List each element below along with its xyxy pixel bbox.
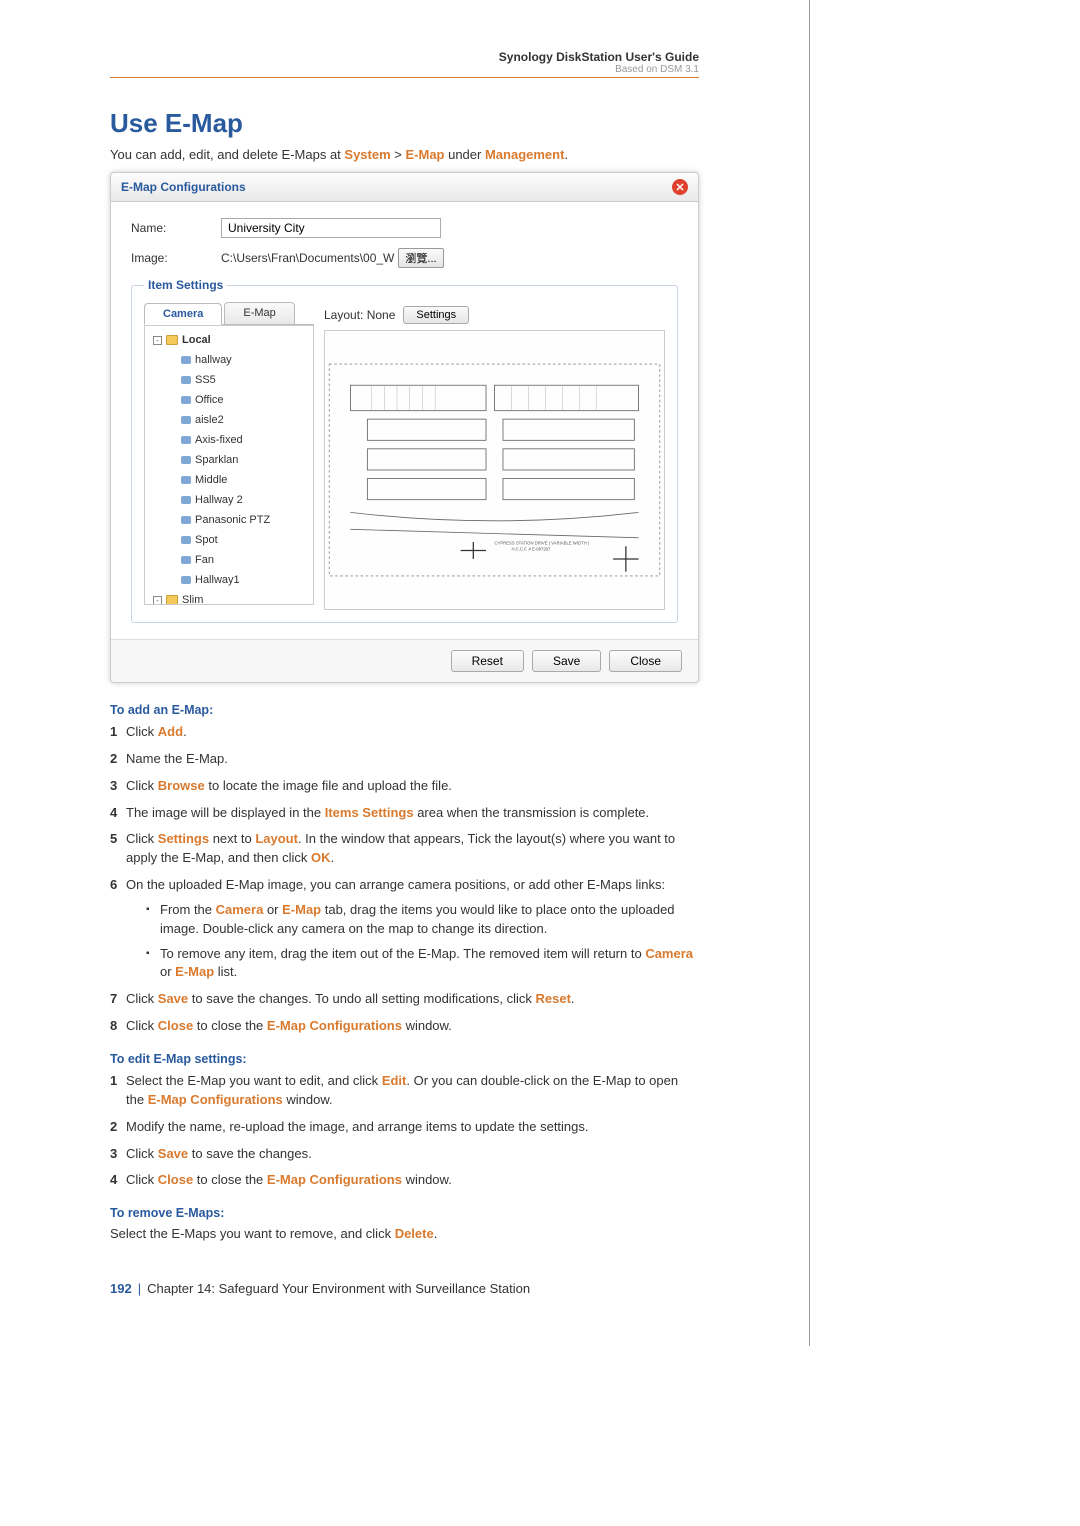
tree-item[interactable]: SS5 bbox=[151, 370, 307, 390]
tree-item[interactable]: Spot bbox=[151, 530, 307, 550]
tree-folder-slim[interactable]: - Slim bbox=[151, 590, 307, 604]
tree-item[interactable]: Fan bbox=[151, 550, 307, 570]
camera-icon bbox=[181, 416, 191, 424]
svg-text:H.C.C.F. # E-087297: H.C.C.F. # E-087297 bbox=[511, 547, 551, 552]
emap-config-dialog: E-Map Configurations ✕ Name: Image: C:\U… bbox=[110, 172, 699, 683]
camera-icon bbox=[181, 576, 191, 584]
reset-button[interactable]: Reset bbox=[451, 650, 524, 672]
doc-title: Synology DiskStation User's Guide bbox=[110, 50, 699, 64]
edit-steps: 1Select the E-Map you want to edit, and … bbox=[110, 1072, 699, 1190]
camera-icon bbox=[181, 456, 191, 464]
tree-folder-local[interactable]: - Local bbox=[151, 330, 307, 350]
header-rule bbox=[110, 77, 699, 78]
camera-icon bbox=[181, 436, 191, 444]
folder-icon bbox=[166, 595, 178, 604]
map-preview[interactable]: CYPRESS STATION DRIVE ( VARIABLE WIDTH )… bbox=[324, 330, 665, 610]
camera-icon bbox=[181, 556, 191, 564]
item-settings-fieldset: Item Settings Camera E-Map - bbox=[131, 278, 678, 623]
page-number: 192 bbox=[110, 1281, 132, 1296]
close-icon[interactable]: ✕ bbox=[672, 179, 688, 195]
dialog-title: E-Map Configurations bbox=[121, 180, 246, 194]
add-heading: To add an E-Map: bbox=[110, 703, 699, 717]
dialog-header: E-Map Configurations ✕ bbox=[111, 173, 698, 202]
tree-item[interactable]: hallway bbox=[151, 350, 307, 370]
tab-camera[interactable]: Camera bbox=[144, 303, 222, 325]
layout-label: Layout: None bbox=[324, 308, 395, 322]
camera-icon bbox=[181, 376, 191, 384]
remove-text: Select the E-Maps you want to remove, an… bbox=[110, 1226, 699, 1241]
tree-item[interactable]: Middle bbox=[151, 470, 307, 490]
item-tabs: Camera E-Map bbox=[144, 302, 314, 325]
camera-icon bbox=[181, 536, 191, 544]
add-steps: 1Click Add. 2Name the E-Map. 3Click Brow… bbox=[110, 723, 699, 1036]
layout-settings-button[interactable]: Settings bbox=[403, 306, 469, 324]
doc-subtitle: Based on DSM 3.1 bbox=[110, 64, 699, 75]
save-button[interactable]: Save bbox=[532, 650, 601, 672]
page-header: Synology DiskStation User's Guide Based … bbox=[110, 50, 699, 78]
camera-icon bbox=[181, 476, 191, 484]
tree-item[interactable]: aisle2 bbox=[151, 410, 307, 430]
name-label: Name: bbox=[131, 221, 221, 235]
tree-item[interactable]: Office bbox=[151, 390, 307, 410]
folder-icon bbox=[166, 335, 178, 345]
image-path: C:\Users\Fran\Documents\00_W bbox=[221, 251, 394, 265]
section-title: Use E-Map bbox=[110, 108, 699, 139]
svg-text:CYPRESS STATION DRIVE ( VARIAB: CYPRESS STATION DRIVE ( VARIABLE WIDTH ) bbox=[495, 541, 590, 546]
tab-emap[interactable]: E-Map bbox=[224, 302, 294, 324]
camera-icon bbox=[181, 516, 191, 524]
edit-heading: To edit E-Map settings: bbox=[110, 1052, 699, 1066]
camera-icon bbox=[181, 396, 191, 404]
page-footer: 192|Chapter 14: Safeguard Your Environme… bbox=[110, 1281, 699, 1296]
intro-text: You can add, edit, and delete E-Maps at … bbox=[110, 147, 699, 162]
collapse-icon[interactable]: - bbox=[153, 336, 162, 345]
image-label: Image: bbox=[131, 251, 221, 265]
browse-button[interactable]: 瀏覽... bbox=[398, 248, 443, 268]
fieldset-legend: Item Settings bbox=[144, 278, 227, 292]
collapse-icon[interactable]: - bbox=[153, 596, 162, 605]
dialog-footer: Reset Save Close bbox=[111, 639, 698, 682]
floorplan-svg: CYPRESS STATION DRIVE ( VARIABLE WIDTH )… bbox=[325, 331, 664, 609]
camera-icon bbox=[181, 496, 191, 504]
close-button[interactable]: Close bbox=[609, 650, 682, 672]
camera-tree[interactable]: - Local hallway SS5 Office aisle2 Axis-f… bbox=[144, 325, 314, 605]
name-input[interactable] bbox=[221, 218, 441, 238]
tree-item[interactable]: Hallway1 bbox=[151, 570, 307, 590]
camera-icon bbox=[181, 356, 191, 364]
tree-item[interactable]: Sparklan bbox=[151, 450, 307, 470]
tree-item[interactable]: Hallway 2 bbox=[151, 490, 307, 510]
tree-item[interactable]: Axis-fixed bbox=[151, 430, 307, 450]
remove-heading: To remove E-Maps: bbox=[110, 1206, 699, 1220]
tree-item[interactable]: Panasonic PTZ bbox=[151, 510, 307, 530]
chapter-label: Chapter 14: Safeguard Your Environment w… bbox=[147, 1281, 530, 1296]
